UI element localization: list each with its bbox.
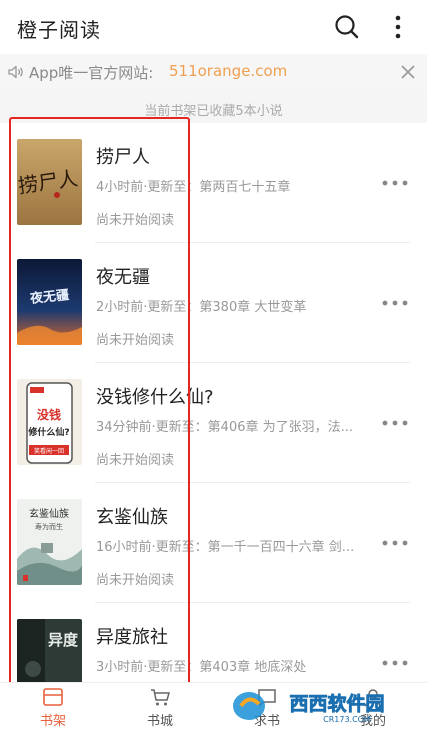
book-progress: 尚未开始阅读 — [96, 453, 175, 468]
book-title[interactable]: 夜无疆 — [96, 263, 150, 289]
notice-bar: App唯一官方网站: 511orange.com — [0, 54, 427, 90]
book-cover[interactable]: 没钱 修什么仙? 笑看闲一回 — [17, 379, 82, 465]
book-update-info: 2小时前·更新至：第380章 大世变革 — [96, 300, 307, 315]
bookshelf-icon — [43, 688, 63, 706]
tab-label: 书城 — [146, 714, 173, 729]
tab-request-book[interactable]: 求书 — [227, 683, 307, 730]
book-list[interactable]: 捞尸人 捞尸人 4小时前·更新至：第两百七十五章 尚未开始阅读 夜无疆 夜无疆 … — [0, 123, 427, 682]
tab-bookstore[interactable]: 书城 — [120, 683, 200, 730]
cover-subtitle: 笑看闲一回 — [34, 447, 64, 455]
top-bar: 橙子阅读 — [0, 0, 427, 54]
request-book-icon — [258, 689, 276, 707]
bottom-tab-bar: 书架 书城 求书 我的 — [0, 682, 427, 730]
bookshelf-area: 当前书架已收藏5本小说 捞尸人 捞尸人 4小时前·更新至：第两百七十五章 尚未开 — [0, 90, 427, 682]
book-progress: 尚未开始阅读 — [96, 213, 175, 228]
book-title[interactable]: 异度旅社 — [96, 623, 168, 649]
book-item[interactable]: 玄鉴仙族 寿为而生 玄鉴仙族 16小时前·更新至：第一千一百四十六章 剑... … — [0, 483, 427, 603]
app-title: 橙子阅读 — [17, 18, 101, 42]
search-icon[interactable] — [333, 13, 361, 41]
notice-text: App唯一官方网站: — [29, 64, 154, 82]
book-item[interactable]: 异度 异度旅社 3小时前·更新至：第403章 地底深处 — [0, 603, 427, 682]
book-progress: 尚未开始阅读 — [96, 333, 175, 348]
more-horiz-icon[interactable] — [380, 655, 410, 671]
more-vert-icon[interactable] — [386, 12, 410, 42]
tab-label: 书架 — [39, 714, 66, 729]
book-update-info: 4小时前·更新至：第两百七十五章 — [96, 180, 291, 195]
book-title[interactable]: 没钱修什么仙? — [96, 383, 214, 409]
cover-title: 异度 — [48, 631, 79, 649]
book-update-info: 16小时前·更新至：第一千一百四十六章 剑... — [96, 540, 355, 555]
book-title[interactable]: 捞尸人 — [96, 143, 150, 169]
store-cart-icon — [151, 689, 170, 706]
book-item[interactable]: 没钱 修什么仙? 笑看闲一回 没钱修什么仙? 34分钟前·更新至：第406章 为… — [0, 363, 427, 483]
cover-subtitle: 寿为而生 — [35, 522, 63, 531]
more-horiz-icon[interactable] — [380, 535, 410, 551]
tab-label: 我的 — [359, 714, 386, 729]
more-horiz-icon[interactable] — [380, 295, 410, 311]
book-update-info: 3小时前·更新至：第403章 地底深处 — [96, 660, 307, 675]
book-progress: 尚未开始阅读 — [96, 573, 175, 588]
book-title[interactable]: 玄鉴仙族 — [96, 503, 168, 529]
shelf-count-text: 当前书架已收藏5本小说 — [144, 104, 283, 119]
book-cover[interactable]: 异度 — [17, 619, 82, 682]
book-update-info: 34分钟前·更新至：第406章 为了张羽，法... — [96, 420, 354, 435]
profile-icon — [364, 689, 382, 707]
more-horiz-icon[interactable] — [380, 175, 410, 191]
cover-title: 玄鉴仙族 — [29, 507, 69, 520]
book-cover[interactable]: 夜无疆 — [17, 259, 82, 345]
book-cover[interactable]: 捞尸人 — [17, 139, 82, 225]
cover-title: 没钱 — [37, 407, 61, 422]
book-cover[interactable]: 玄鉴仙族 寿为而生 — [17, 499, 82, 585]
book-item[interactable]: 捞尸人 捞尸人 4小时前·更新至：第两百七十五章 尚未开始阅读 — [0, 123, 427, 243]
tab-profile[interactable]: 我的 — [333, 683, 413, 730]
tab-label: 求书 — [253, 714, 280, 729]
tab-bookshelf[interactable]: 书架 — [13, 683, 93, 730]
more-horiz-icon[interactable] — [380, 415, 410, 431]
close-icon[interactable] — [398, 62, 418, 82]
official-site-link[interactable]: 511orange.com — [169, 62, 287, 80]
book-item[interactable]: 夜无疆 夜无疆 2小时前·更新至：第380章 大世变革 尚未开始阅读 — [0, 243, 427, 363]
speaker-icon — [8, 65, 23, 79]
cover-title: 修什么仙? — [27, 426, 69, 438]
